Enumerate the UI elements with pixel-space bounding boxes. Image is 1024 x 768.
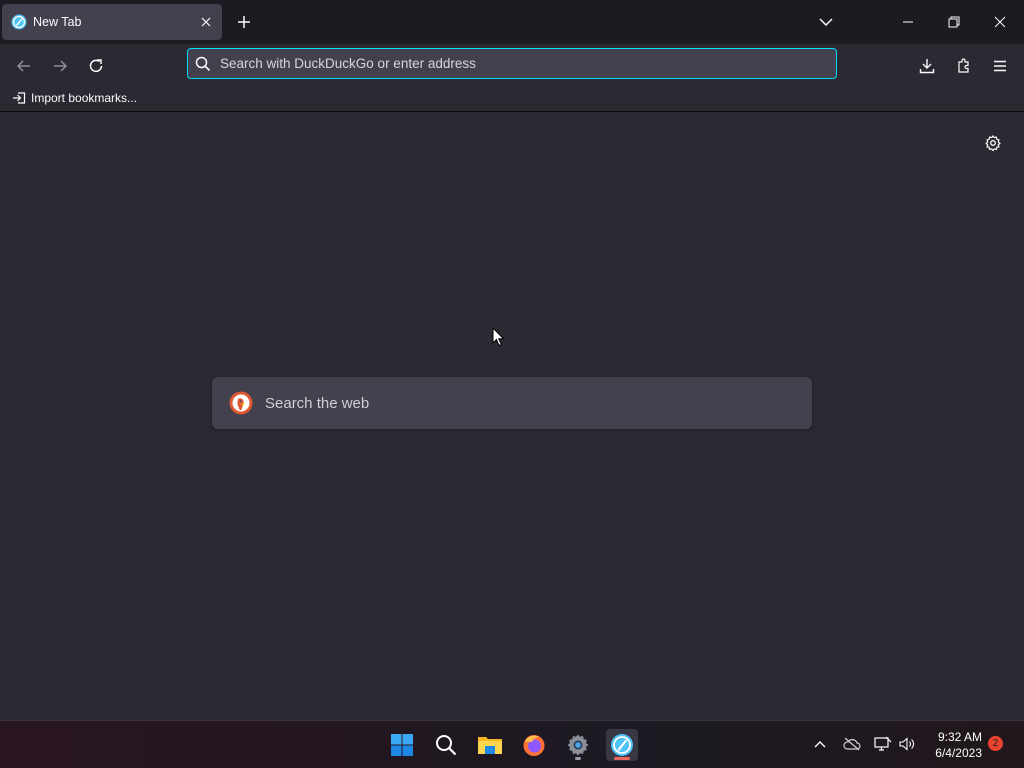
settings-icon [567,734,589,756]
tab-title: New Tab [33,15,82,29]
forward-arrow-icon [54,60,68,72]
show-hidden-icons-button[interactable] [809,733,831,755]
search-icon [195,56,211,71]
file-explorer-button[interactable] [474,729,506,761]
extensions-button[interactable] [950,52,978,80]
browser-logo-icon [11,14,27,30]
network-icon [874,736,892,751]
back-arrow-icon [16,60,30,72]
notification-badge[interactable]: 2 [988,736,1003,751]
url-input[interactable] [220,56,836,71]
import-bookmarks-label: Import bookmarks... [31,91,138,105]
chevron-down-icon [819,18,833,27]
network-button[interactable] [872,733,894,755]
app-menu-button[interactable] [986,52,1014,80]
firefox-icon [523,735,545,756]
browser-icon [611,734,633,756]
tab-new-tab[interactable]: New Tab [2,4,222,40]
new-tab-button[interactable] [232,10,256,34]
plus-icon [238,16,250,28]
bookmarks-toolbar: Import bookmarks... [0,84,1024,112]
downloads-button[interactable] [913,52,941,80]
clock[interactable]: 9:32 AM 6/4/2023 [920,729,982,761]
minimize-icon [903,21,913,23]
active-indicator [614,757,630,760]
gear-icon [985,135,1001,151]
import-icon [13,92,26,104]
restore-button[interactable] [931,0,977,44]
firefox-button[interactable] [518,729,550,761]
list-all-tabs-button[interactable] [814,10,838,34]
restore-icon [948,16,960,28]
menu-icon [994,60,1006,72]
back-button[interactable] [10,52,38,80]
file-explorer-icon [478,737,502,754]
settings-app-button[interactable] [562,729,594,761]
reload-icon [89,59,103,73]
import-bookmarks-button[interactable]: Import bookmarks... [12,90,137,106]
clock-time: 9:32 AM [937,730,982,744]
windows-start-icon [391,734,413,756]
clock-date: 6/4/2023 [935,746,982,760]
extensions-icon [958,58,969,73]
duckduckgo-icon [229,391,253,415]
web-search-box[interactable] [212,377,812,429]
cloud-off-icon [843,737,861,751]
forward-button[interactable] [46,52,74,80]
chevron-up-icon [814,741,826,748]
download-icon [919,59,935,74]
start-button[interactable] [386,729,418,761]
volume-icon [899,737,914,751]
reload-button[interactable] [82,52,110,80]
tab-strip: New Tab [0,0,1024,44]
onedrive-button[interactable] [841,733,863,755]
newtab-settings-button[interactable] [983,133,1003,153]
mouse-cursor [492,327,505,347]
taskbar: 9:32 AM 6/4/2023 [0,720,1024,768]
running-indicator [575,757,581,760]
close-icon [994,16,1006,28]
minimize-button[interactable] [885,0,931,44]
web-search-input[interactable] [265,394,812,412]
browser-taskbar-button[interactable] [606,729,638,761]
taskbar-search-button[interactable] [430,729,462,761]
close-icon [201,17,211,27]
address-bar[interactable] [187,48,837,79]
search-icon [436,735,457,756]
volume-button[interactable] [896,733,918,755]
close-window-button[interactable] [977,0,1023,44]
close-tab-button[interactable] [196,12,216,32]
